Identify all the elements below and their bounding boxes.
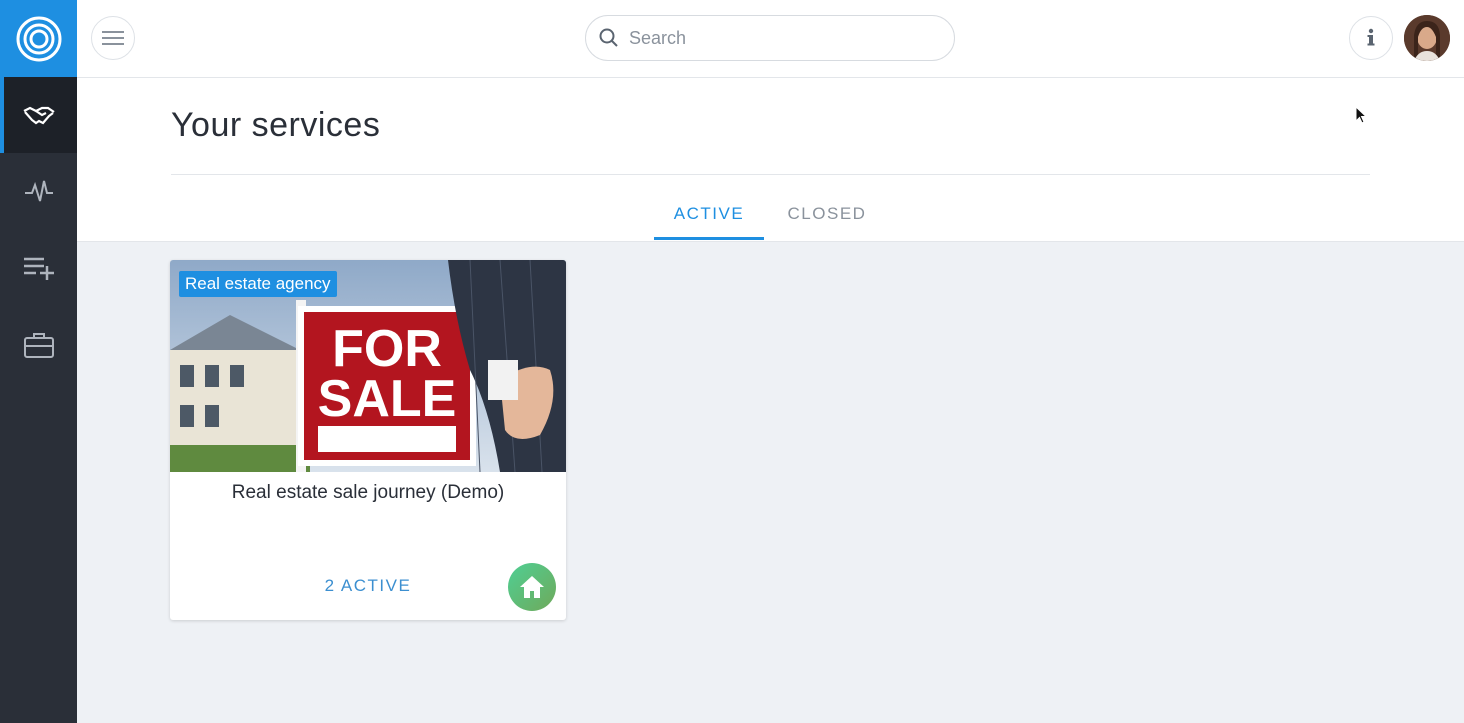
home-badge — [508, 563, 556, 611]
hamburger-icon — [102, 31, 124, 45]
header-divider — [171, 174, 1370, 175]
tab-active[interactable]: ACTIVE — [654, 188, 764, 240]
sidebar — [0, 0, 77, 723]
user-avatar[interactable] — [1404, 15, 1450, 61]
page-title: Your services — [171, 106, 381, 144]
logo-icon — [16, 16, 61, 61]
card-title: Real estate sale journey (Demo) — [231, 482, 505, 503]
mouse-cursor-icon — [1355, 106, 1368, 124]
home-icon — [520, 576, 544, 598]
menu-button[interactable] — [91, 16, 135, 60]
playlist-add-icon — [23, 257, 54, 280]
sidebar-item-briefcase[interactable] — [0, 307, 77, 383]
sidebar-item-add[interactable] — [0, 230, 77, 306]
activity-icon — [24, 180, 53, 202]
service-card[interactable]: FOR SALE Real estate agency Real estate … — [170, 260, 566, 620]
search-box[interactable] — [585, 15, 955, 61]
sidebar-item-services[interactable] — [0, 77, 77, 153]
page-header: Your services ACTIVE CLOSED — [77, 78, 1464, 242]
avatar-image — [1404, 15, 1450, 61]
sidebar-item-activity[interactable] — [0, 153, 77, 229]
sign-text-sale: SALE — [318, 370, 457, 428]
search-input[interactable] — [627, 26, 931, 50]
info-icon — [1367, 28, 1375, 46]
card-category-badge: Real estate agency — [179, 271, 337, 297]
tab-closed[interactable]: CLOSED — [778, 188, 876, 240]
top-bar — [77, 0, 1464, 78]
card-active-count[interactable]: 2 ACTIVE — [170, 576, 566, 596]
handshake-icon — [23, 106, 55, 125]
app-logo[interactable] — [0, 0, 77, 77]
search-icon — [599, 28, 618, 47]
briefcase-icon — [23, 333, 54, 358]
info-button[interactable] — [1349, 16, 1393, 60]
card-image: FOR SALE Real estate agency — [170, 260, 566, 472]
